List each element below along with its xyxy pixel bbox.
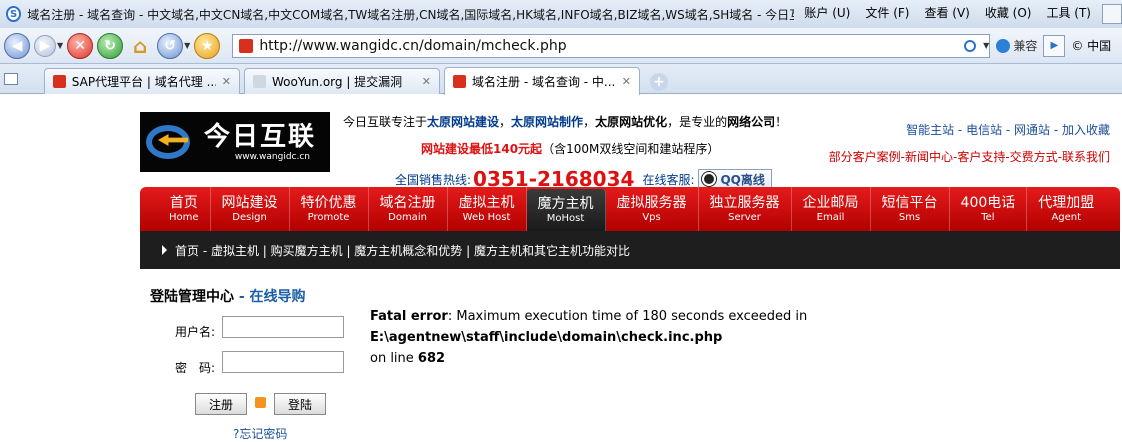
browser-logo-icon: S	[6, 6, 22, 22]
nav-vps[interactable]: 虚拟服务器 Vps	[606, 187, 699, 231]
password-label: 密 码:	[175, 361, 216, 375]
nav-promote[interactable]: 特价优惠 Promote	[290, 187, 369, 231]
sub-nav-links[interactable]: 首页 - 虚拟主机 | 购买魔方主机 | 魔方主机概念和优势 | 魔方主机和其它…	[175, 242, 630, 259]
history-menu-icon[interactable]: ▼	[184, 41, 190, 50]
nav-server[interactable]: 独立服务器 Server	[699, 187, 792, 231]
tab-close-icon[interactable]: ✕	[416, 75, 431, 88]
tab-favicon-icon	[253, 75, 266, 88]
intro-text: 今日互联专注于太原网站建设，太原网站制作，太原网站优化，是专业的网络公司！	[343, 115, 788, 129]
tab-domain-active[interactable]: 域名注册 - 域名查询 - 中... ✕	[444, 67, 640, 95]
intro-link-b[interactable]: 太原网站制作	[511, 115, 583, 129]
play-icon[interactable]: ▶	[1043, 34, 1066, 57]
site-logo[interactable]: 今日互联 www.wangidc.cn	[140, 112, 330, 172]
ie-icon	[996, 38, 1011, 53]
qq-penguin-icon	[702, 172, 717, 186]
online-guide-link[interactable]: - 在线导购	[234, 289, 306, 305]
main-nav: 首页 Home 网站建设 Design 特价优惠 Promote 域名注册 Domain…	[140, 187, 1120, 231]
fatal-error-message: Fatal error: Maximum execution time of 1…	[370, 309, 808, 366]
site-favicon-icon	[239, 38, 254, 53]
security-icon[interactable]	[964, 39, 977, 52]
intro-link-a[interactable]: 太原网站建设	[427, 115, 499, 129]
menu-file[interactable]: 文件 (F)	[865, 4, 909, 24]
logo-mark-icon	[144, 121, 198, 163]
nav-sms[interactable]: 短信平台 Sms	[871, 187, 950, 231]
tab-close-icon[interactable]: ✕	[616, 75, 631, 88]
forgot-password-link[interactable]: ?忘记密码	[233, 425, 287, 442]
rss-icon	[255, 397, 266, 408]
tab-label: SAP代理平台 | 域名代理 ...	[71, 75, 216, 89]
menu-bar: 账户 (U) 文件 (F) 查看 (V) 收藏 (O) 工具 (T)	[798, 4, 1122, 24]
new-tab-plus-icon[interactable]: +	[650, 73, 668, 91]
address-dropdown-icon[interactable]: ▼	[983, 41, 989, 50]
compat-mode-button[interactable]: 兼容	[996, 37, 1037, 54]
menu-view[interactable]: 查看 (V)	[924, 4, 969, 24]
favorites-star-button[interactable]: ★	[194, 32, 221, 59]
username-label: 用户名:	[175, 325, 216, 339]
refresh-button[interactable]: ↻	[97, 32, 124, 59]
nav-mohost[interactable]: 魔方主机 MoHost	[526, 189, 606, 231]
intro-link-d[interactable]: 网络公司	[727, 115, 775, 129]
stop-button[interactable]: ✕	[67, 32, 94, 59]
nav-design[interactable]: 网站建设 Design	[211, 187, 290, 231]
arrow-bullet-icon	[162, 245, 167, 255]
tab-label: 域名注册 - 域名查询 - 中...	[472, 75, 616, 89]
search-engine-label[interactable]: © 中国	[1071, 37, 1111, 54]
tab-bar: SAP代理平台 | 域名代理 ... ✕ WooYun.org | 提交漏洞 ✕…	[0, 64, 1122, 95]
qq-button[interactable]: QQ离线	[698, 169, 773, 189]
browser-toolbar: ◀ ▶ ▼ ✕ ↻ ⌂ ↺ ▼ ★ http://www.wangidc.cn/…	[0, 28, 1122, 64]
sub-nav: 首页 - 虚拟主机 | 购买魔方主机 | 魔方主机概念和优势 | 魔方主机和其它…	[140, 231, 1120, 269]
window-titlebar: S 域名注册 - 域名查询 - 中文域名,中文CN域名,中文COM域名,TW域名…	[0, 0, 1122, 28]
nav-home[interactable]: 首页 Home	[158, 187, 211, 231]
history-dropdown-icon[interactable]: ▼	[57, 41, 63, 50]
tab-label: WooYun.org | 提交漏洞	[272, 75, 403, 89]
top-links[interactable]: 智能主站 - 电信站 - 网通站 - 加入收藏	[906, 121, 1110, 138]
home-button[interactable]: ⌂	[127, 33, 153, 59]
forward-button[interactable]: ▶	[34, 34, 56, 57]
username-input[interactable]	[222, 316, 344, 338]
logo-brand: 今日互联	[204, 122, 317, 152]
tab-sap[interactable]: SAP代理平台 | 域名代理 ... ✕	[44, 68, 240, 94]
compat-label: 兼容	[1013, 39, 1038, 53]
nav-webhost[interactable]: 虚拟主机 Web Host	[448, 187, 527, 231]
history-button[interactable]: ↺	[157, 32, 184, 59]
tab-close-icon[interactable]: ✕	[216, 75, 231, 88]
tab-list-icon[interactable]	[4, 73, 18, 85]
password-input[interactable]	[222, 351, 344, 373]
nav-tel[interactable]: 400电话 Tel	[950, 187, 1028, 231]
register-button[interactable]: 注册	[195, 393, 247, 415]
login-button[interactable]: 登陆	[274, 393, 326, 415]
secondary-links[interactable]: 部分客户案例-新闻中心-客户支持-交费方式-联系我们	[829, 148, 1110, 165]
tab-favicon-icon	[453, 75, 466, 88]
page-content: 今日互联 www.wangidc.cn 今日互联专注于太原网站建设，太原网站制作…	[0, 95, 1122, 441]
window-title: 域名注册 - 域名查询 - 中文域名,中文CN域名,中文COM域名,TW域名注册…	[27, 7, 795, 22]
price-promo: 网站建设最低140元起（含100M双线空间和建站程序）	[421, 142, 720, 156]
logo-domain: www.wangidc.cn	[234, 152, 311, 162]
tab-wooyun[interactable]: WooYun.org | 提交漏洞 ✕	[244, 68, 440, 94]
address-bar[interactable]: http://www.wangidc.cn/domain/mcheck.php …	[232, 33, 991, 58]
menu-favorites[interactable]: 收藏 (O)	[985, 4, 1032, 24]
hotline-label: 全国销售热线:	[395, 172, 472, 187]
nav-agent[interactable]: 代理加盟 Agent	[1027, 187, 1105, 231]
price-link[interactable]: 网站建设最低140元起	[421, 142, 542, 156]
nav-domain[interactable]: 域名注册 Domain	[369, 187, 448, 231]
url-text[interactable]: http://www.wangidc.cn/domain/mcheck.php	[259, 38, 964, 54]
nav-email[interactable]: 企业邮局 Email	[792, 187, 871, 231]
online-service-label: 在线客服:	[642, 172, 695, 187]
login-title: 登陆管理中心 - 在线导购	[150, 289, 306, 305]
tab-favicon-icon	[53, 75, 66, 88]
menu-account[interactable]: 账户 (U)	[804, 4, 850, 24]
minimize-button[interactable]	[1102, 4, 1122, 24]
back-button[interactable]: ◀	[4, 32, 30, 59]
menu-tools[interactable]: 工具 (T)	[1046, 4, 1091, 24]
qq-label: QQ离线	[720, 172, 765, 187]
intro-link-c[interactable]: 太原网站优化	[595, 115, 667, 129]
